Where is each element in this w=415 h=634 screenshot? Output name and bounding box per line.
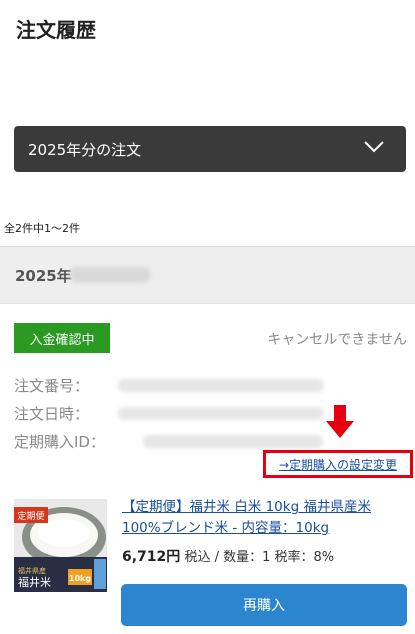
redacted-subscription-id	[143, 435, 323, 448]
cancel-note: キャンセルできません	[267, 332, 407, 348]
product-name-link[interactable]: 【定期便】福井米 白米 10kg 福井県産米100%ブレンド米 - 内容量：10…	[122, 497, 392, 539]
thumb-origin: 福井県産	[18, 566, 46, 575]
price-line: 6,712円 税込 / 数量：1 税率：8%	[122, 546, 334, 566]
thumb-weight: 10kg	[69, 574, 91, 583]
subscription-id-label: 定期購入ID：	[14, 433, 105, 451]
year-filter-value: 2025年分の注文	[28, 140, 142, 159]
product-price: 6,712円	[122, 549, 181, 565]
order-date-label: 注文日時：	[14, 405, 90, 423]
redacted-order-date	[118, 407, 324, 420]
subscription-settings-highlight: →定期購入の設定変更	[263, 450, 413, 478]
page-title: 注文履歴	[16, 18, 96, 42]
arrow-down-icon	[326, 405, 354, 438]
redacted-date	[70, 267, 150, 283]
order-date-heading: 2025年	[15, 267, 72, 285]
rice-bag-image: 定期便 福井県産 福井米 10kg	[14, 499, 107, 592]
year-filter-select[interactable]: 2025年分の注文	[14, 126, 406, 172]
chevron-down-icon	[364, 141, 384, 153]
order-number-label: 注文番号：	[14, 377, 90, 395]
redacted-order-number	[118, 379, 324, 392]
thumb-brand: 福井米	[18, 575, 51, 589]
thumb-tag: 定期便	[17, 510, 44, 522]
product-thumbnail[interactable]: 定期便 福井県産 福井米 10kg	[14, 499, 107, 592]
rebuy-button[interactable]: 再購入	[121, 584, 407, 626]
order-header: 2025年	[0, 246, 415, 304]
status-badge: 入金確認中	[14, 323, 110, 353]
price-detail: 税込 / 数量：1 税率：8%	[184, 550, 335, 565]
result-count: 全2件中1～2件	[4, 222, 80, 235]
subscription-settings-link[interactable]: →定期購入の設定変更	[279, 456, 397, 473]
